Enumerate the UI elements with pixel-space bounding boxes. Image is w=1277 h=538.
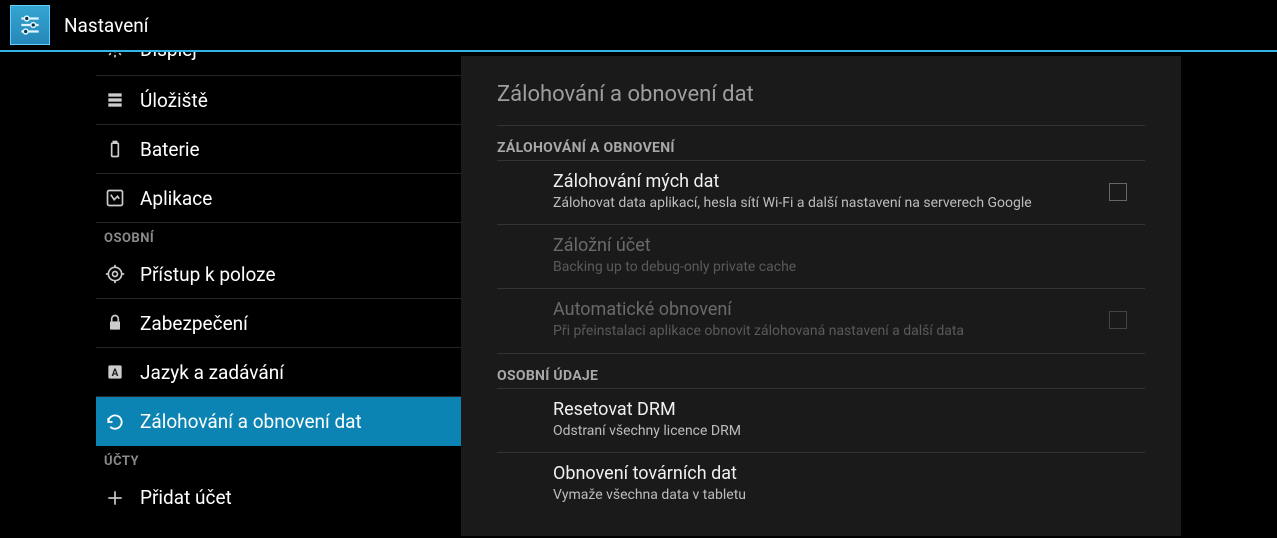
sidebar-item-label: Jazyk a zadávání [140, 361, 284, 384]
settings-sidebar: Displej Úložiště Baterie Aplikace OSOBNÍ [0, 52, 461, 536]
location-icon [104, 263, 126, 285]
battery-icon [104, 138, 126, 160]
titlebar: Nastavení [0, 0, 1277, 52]
display-icon [104, 52, 126, 60]
plus-icon [104, 487, 126, 509]
pref-title: Obnovení továrních dat [553, 463, 1133, 484]
titlebar-title: Nastavení [64, 14, 148, 37]
sidebar-item-label: Zálohování a obnovení dat [140, 410, 362, 433]
lock-icon [104, 312, 126, 334]
pref-title: Resetovat DRM [553, 399, 1133, 420]
sidebar-item-label: Displej [140, 52, 197, 61]
pref-auto-restore: Automatické obnovení Při přeinstalaci ap… [497, 289, 1145, 353]
pref-summary: Vymaže všechna data v tabletu [553, 486, 1133, 504]
pref-backup-account: Záložní účet Backing up to debug-only pr… [497, 225, 1145, 289]
sidebar-item-label: Úložiště [140, 89, 208, 112]
sidebar-item-apps[interactable]: Aplikace [96, 174, 461, 223]
sidebar-item-label: Přidat účet [140, 486, 232, 509]
sidebar-item-label: Aplikace [140, 187, 212, 210]
pref-summary: Při přeinstalaci aplikace obnovit záloho… [553, 322, 1097, 340]
sidebar-item-language[interactable]: A Jazyk a zadávání [96, 348, 461, 397]
sidebar-item-battery[interactable]: Baterie [96, 125, 461, 174]
main-title: Zálohování a obnovení dat [497, 68, 1145, 126]
checkbox-backup-my-data[interactable] [1109, 183, 1127, 201]
checkbox-auto-restore [1109, 311, 1127, 329]
sidebar-header-accounts: ÚČTY [96, 446, 461, 473]
pref-summary: Odstraní všechny licence DRM [553, 422, 1133, 440]
pref-title: Záložní účet [553, 235, 1133, 256]
pref-reset-drm[interactable]: Resetovat DRM Odstraní všechny licence D… [497, 389, 1145, 453]
content-area: Displej Úložiště Baterie Aplikace OSOBNÍ [0, 52, 1277, 536]
pref-summary: Zálohovat data aplikací, hesla sítí Wi-F… [553, 194, 1097, 212]
sidebar-item-label: Přístup k poloze [140, 263, 276, 286]
sidebar-item-label: Zabezpečení [140, 312, 248, 335]
section-header-backup-restore: ZÁLOHOVÁNÍ A OBNOVENÍ [497, 126, 1145, 161]
pref-backup-my-data[interactable]: Zálohování mých dat Zálohovat data aplik… [497, 161, 1145, 225]
sidebar-item-security[interactable]: Zabezpečení [96, 299, 461, 348]
sidebar-header-personal: OSOBNÍ [96, 223, 461, 250]
sidebar-item-display[interactable]: Displej [96, 52, 461, 76]
pref-summary: Backing up to debug-only private cache [553, 258, 1133, 276]
sidebar-add-account[interactable]: Přidat účet [96, 473, 461, 522]
apps-icon [104, 187, 126, 209]
section-header-personal-data: OSOBNÍ ÚDAJE [497, 354, 1145, 389]
sidebar-item-location[interactable]: Přístup k poloze [96, 250, 461, 299]
storage-icon [104, 89, 126, 111]
settings-app-icon [10, 5, 50, 45]
main-panel: Zálohování a obnovení dat ZÁLOHOVÁNÍ A O… [461, 56, 1181, 536]
svg-text:A: A [112, 368, 119, 379]
restore-icon [104, 411, 126, 433]
sidebar-item-label: Baterie [140, 138, 200, 161]
language-icon: A [104, 361, 126, 383]
sidebar-item-storage[interactable]: Úložiště [96, 76, 461, 125]
pref-factory-reset[interactable]: Obnovení továrních dat Vymaže všechna da… [497, 453, 1145, 516]
sidebar-item-backup-reset[interactable]: Zálohování a obnovení dat [96, 397, 461, 446]
pref-title: Zálohování mých dat [553, 171, 1097, 192]
pref-title: Automatické obnovení [553, 299, 1097, 320]
